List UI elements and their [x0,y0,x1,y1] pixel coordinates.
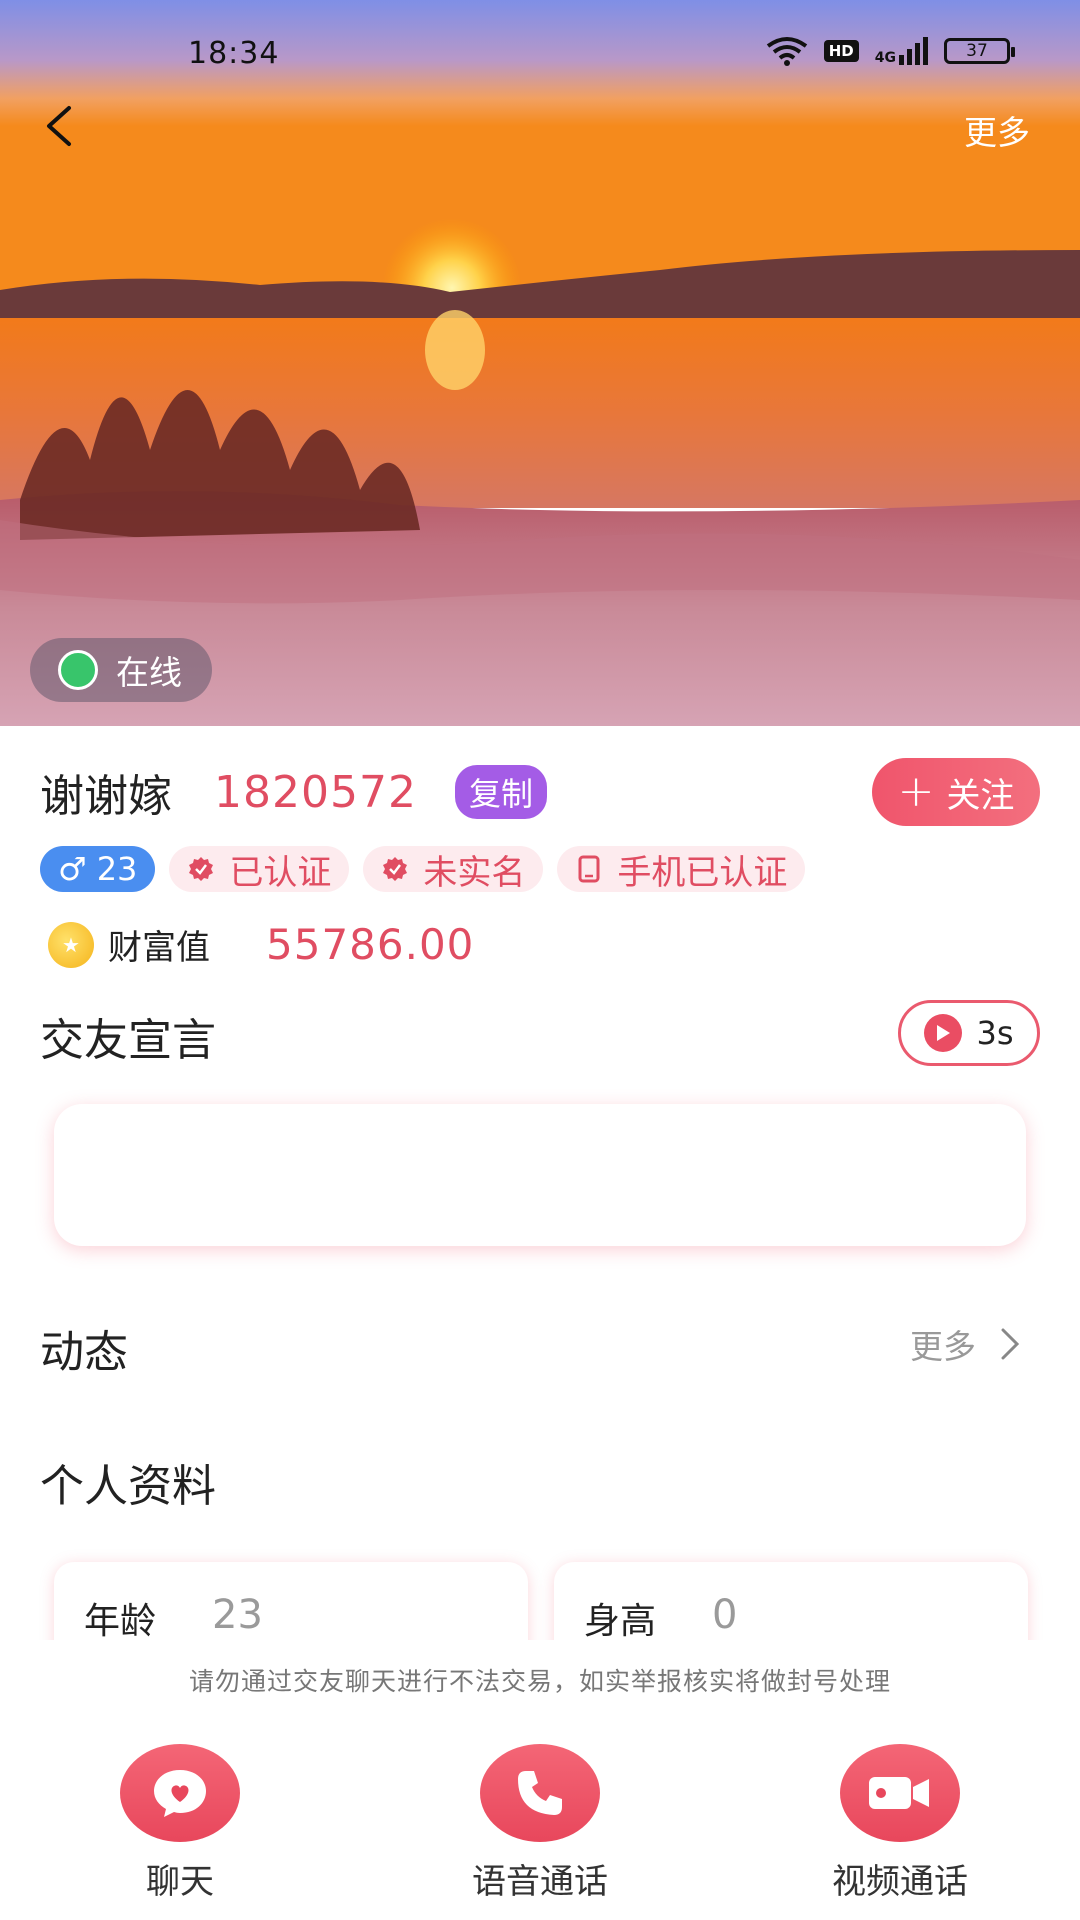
chevron-right-icon [1001,1328,1020,1360]
realname-badge: 未实名 [363,846,544,893]
gender-age-badge: ♂ 23 [40,846,156,892]
online-dot-icon [58,650,98,690]
user-id: 1820572 [214,766,417,818]
phone-verified-label: 手机已认证 [617,852,788,893]
verified-label: 已认证 [229,852,332,893]
voice-call-label: 语音通话 [472,1862,608,1902]
info-value: 0 [712,1592,738,1638]
wealth-row: ★ 财富值 55786.00 [48,920,474,969]
phone-icon [480,1744,600,1842]
chevron-left-icon [47,106,71,146]
back-button[interactable] [30,96,86,156]
video-call-button[interactable]: 视频通话 [800,1744,1000,1903]
moments-more-label: 更多 [910,1327,976,1366]
signal-icon: 4G [875,37,928,65]
battery-icon: 37 [944,38,1015,64]
phone-verified-badge: 手机已认证 [557,846,806,893]
intro-title: 交友宣言 [40,1015,216,1066]
play-icon [924,1014,963,1052]
info-label: 身高 [584,1601,657,1642]
safety-warning: 请勿通过交友聊天进行不法交易，如实举报核实将做封号处理 [188,1667,891,1696]
chat-heart-icon [120,1744,240,1842]
voice-duration: 3s [976,1014,1014,1052]
wifi-icon [766,37,807,66]
info-label: 年龄 [84,1601,157,1642]
chat-button[interactable]: 聊天 [80,1744,280,1903]
online-label: 在线 [116,653,182,692]
online-status-badge: 在线 [30,638,212,702]
profile-cover-photo: 18:34 HD 4G 37 更多 在线 [0,0,1080,726]
voice-call-button[interactable]: 语音通话 [440,1744,640,1903]
status-time: 18:34 [188,36,280,71]
age-value: 23 [96,850,138,888]
coin-icon: ★ [48,921,94,968]
hd-icon: HD [823,40,859,62]
more-button[interactable]: 更多 [964,106,1030,154]
phone-icon [578,855,600,883]
wealth-label: 财富值 [108,928,210,968]
male-icon: ♂ [58,850,87,888]
wealth-value: 55786.00 [266,920,475,969]
status-icons: HD 4G 37 [766,36,1015,66]
intro-text-card [54,1104,1026,1246]
moments-title: 动态 [40,1327,128,1378]
verified-seal-icon [189,857,214,881]
status-bar: 18:34 HD 4G 37 [0,0,1080,110]
copy-id-button[interactable]: 复制 [454,765,547,819]
profile-tags: ♂ 23 已认证 未实名 手机已认证 [40,846,806,893]
chat-label: 聊天 [146,1862,214,1902]
nickname: 谢谢嫁 [40,771,172,822]
info-value: 23 [212,1592,263,1638]
verified-seal-icon [383,857,408,881]
personal-info-title: 个人资料 [40,1461,216,1512]
realname-label: 未实名 [423,852,526,893]
battery-level: 37 [966,41,988,61]
voice-intro-button[interactable]: 3s [898,1000,1040,1066]
video-call-label: 视频通话 [832,1862,968,1902]
plus-icon: + [897,766,935,817]
profile-name-row: 谢谢嫁 1820572 复制 [40,760,547,824]
follow-button[interactable]: + 关注 [872,758,1040,826]
follow-label: 关注 [946,775,1015,816]
moments-more-link[interactable]: 更多 [910,1320,1020,1368]
video-camera-icon [840,1744,960,1842]
verified-badge: 已认证 [169,846,350,893]
